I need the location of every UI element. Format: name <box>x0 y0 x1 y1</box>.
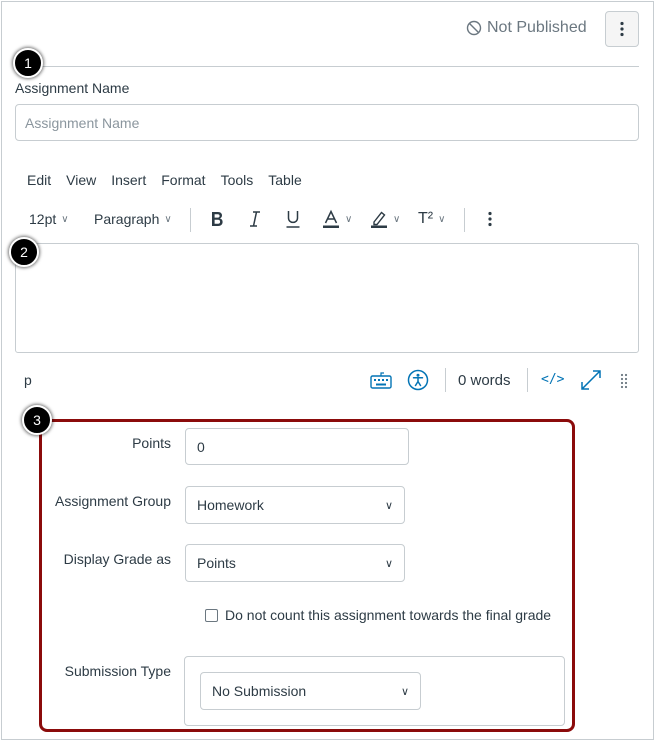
chevron-down-icon: ∨ <box>61 213 69 225</box>
menu-view[interactable]: View <box>66 172 96 192</box>
superscript-button[interactable]: T² ∨ <box>418 204 445 234</box>
italic-icon <box>250 211 260 227</box>
drag-handle-icon <box>620 373 628 389</box>
more-toolbar-button[interactable] <box>488 204 492 234</box>
callout-marker-2: 2 <box>9 237 39 267</box>
chevron-down-icon: ∨ <box>384 499 393 512</box>
editor-menubar: Edit View Insert Format Tools Table <box>27 172 317 192</box>
menu-insert[interactable]: Insert <box>111 172 146 192</box>
not-published-icon <box>466 20 482 36</box>
display-grade-label: Display Grade as <box>63 551 171 567</box>
underline-icon <box>286 211 300 228</box>
element-path[interactable]: p <box>24 372 32 388</box>
omit-from-final-grade-row[interactable]: Do not count this assignment towards the… <box>205 607 551 623</box>
menu-edit[interactable]: Edit <box>27 172 51 192</box>
menu-format[interactable]: Format <box>161 172 205 192</box>
points-label: Points <box>132 435 171 451</box>
text-color-icon <box>323 209 339 228</box>
toolbar-divider <box>190 208 191 232</box>
header-divider <box>15 66 639 67</box>
block-format-select[interactable]: Paragraph ∨ <box>94 204 172 234</box>
resize-handle[interactable] <box>620 373 628 394</box>
display-grade-select[interactable]: Points ∨ <box>185 544 405 582</box>
chevron-down-icon: ∨ <box>438 213 446 225</box>
chevron-down-icon: ∨ <box>393 213 401 225</box>
toolbar-divider <box>464 208 465 232</box>
underline-button[interactable] <box>285 204 301 234</box>
keyboard-icon <box>370 372 392 389</box>
chevron-down-icon: ∨ <box>345 213 353 225</box>
chevron-down-icon: ∨ <box>400 685 409 698</box>
highlight-color-button[interactable]: ∨ <box>370 204 400 234</box>
callout-marker-3: 3 <box>22 405 52 435</box>
points-value: 0 <box>197 438 205 455</box>
submission-type-value: No Submission <box>212 683 307 699</box>
omit-from-final-grade-checkbox[interactable] <box>205 608 218 622</box>
accessibility-icon <box>407 369 429 391</box>
keyboard-shortcuts-button[interactable] <box>370 370 392 395</box>
publish-status[interactable]: Not Published <box>466 16 587 40</box>
bold-button[interactable] <box>209 204 225 234</box>
highlight-icon <box>371 211 387 228</box>
options-menu-button[interactable] <box>605 11 639 47</box>
omit-from-final-grade-label: Do not count this assignment towards the… <box>225 607 552 623</box>
editor-statusbar: p 0 words </> <box>15 366 639 396</box>
assignment-name-input[interactable] <box>15 104 639 141</box>
chevron-down-icon: ∨ <box>164 213 172 225</box>
points-input[interactable]: 0 <box>185 428 409 465</box>
statusbar-divider <box>527 368 528 392</box>
html-editor-toggle[interactable]: </> <box>541 372 564 387</box>
assignment-name-label: Assignment Name <box>15 80 130 96</box>
publish-status-label: Not Published <box>487 19 587 36</box>
fullscreen-icon <box>581 370 601 390</box>
rich-content-editor-area[interactable] <box>15 243 639 353</box>
italic-button[interactable] <box>248 204 262 234</box>
assignment-group-select[interactable]: Homework ∨ <box>185 486 405 524</box>
kebab-menu-icon <box>488 211 492 227</box>
submission-type-select[interactable]: No Submission ∨ <box>200 672 421 710</box>
text-color-button[interactable]: ∨ <box>322 204 352 234</box>
fullscreen-button[interactable] <box>580 369 602 396</box>
editor-toolbar: 12pt ∨ Paragraph ∨ ∨ ∨ T² ∨ <box>20 204 640 234</box>
menu-tools[interactable]: Tools <box>221 172 254 192</box>
superscript-icon: T² <box>418 210 434 227</box>
statusbar-divider <box>445 368 446 392</box>
menu-table[interactable]: Table <box>268 172 301 192</box>
chevron-down-icon: ∨ <box>384 557 393 570</box>
bold-icon <box>212 212 223 226</box>
display-grade-value: Points <box>197 555 236 571</box>
font-size-value: 12pt <box>29 211 57 227</box>
assignment-group-label: Assignment Group <box>55 493 171 509</box>
word-count[interactable]: 0 words <box>458 372 511 389</box>
callout-marker-1: 1 <box>13 48 43 78</box>
font-size-select[interactable]: 12pt ∨ <box>29 204 69 234</box>
assignment-group-value: Homework <box>197 497 264 513</box>
submission-type-label: Submission Type <box>64 663 171 679</box>
kebab-menu-icon <box>620 21 624 37</box>
block-format-value: Paragraph <box>94 211 160 227</box>
accessibility-checker-button[interactable] <box>407 369 429 396</box>
